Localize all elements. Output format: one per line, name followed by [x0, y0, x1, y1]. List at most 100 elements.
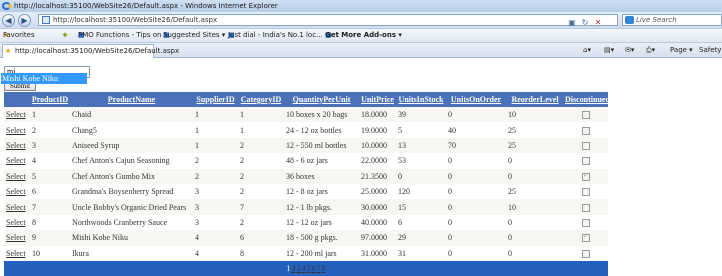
table-row: Select 3 Aniseed Syrup 1 2 12 - 550 ml bottle…: [4, 137, 608, 154]
cell-reorderlevel: 0: [506, 168, 564, 184]
table-row: Select 6 Grandma's Boysenberry Spread 3 2 12 …: [4, 183, 608, 200]
cell-unitsonorder: 0: [446, 230, 506, 246]
cell-productid: 6: [30, 183, 70, 200]
cell-productname: Aniseed Syrup: [70, 137, 193, 154]
select-link[interactable]: Select: [6, 249, 26, 258]
discontinued-checkbox: [582, 203, 590, 212]
cell-select: Select: [4, 122, 30, 138]
cell-unitprice: 10.0000: [359, 137, 396, 154]
cell-productid: 9: [30, 230, 70, 246]
cell-supplierid: 4: [193, 245, 238, 261]
products-grid: ProductID ProductName SupplierID Categor…: [4, 92, 608, 276]
cell-productid: 1: [30, 107, 70, 123]
cell-reorderlevel: 0: [506, 230, 564, 246]
cell-productname: Mishi Kobe Niku: [70, 230, 193, 246]
ie-logo-icon: [2, 2, 11, 10]
pager-page-link[interactable]: 7: [317, 264, 321, 273]
favorites-label: Favorites: [3, 31, 35, 39]
cell-discontinued: [564, 230, 608, 246]
safety-menu[interactable]: Safety: [699, 43, 721, 57]
cell-unitsinstock: 31: [396, 245, 446, 261]
feeds-icon[interactable]: ▤▾: [604, 43, 614, 57]
select-link[interactable]: Select: [6, 203, 26, 212]
compatibility-icon[interactable]: ▣: [567, 18, 577, 28]
header-productname[interactable]: ProductName: [70, 92, 193, 107]
refresh-icon[interactable]: ↻: [580, 18, 590, 28]
page-menu[interactable]: Page ▾: [670, 43, 693, 57]
cell-unitprice: 40.0000: [359, 214, 396, 231]
cell-reorderlevel: 10: [506, 199, 564, 215]
header-unitprice[interactable]: UnitPrice: [359, 92, 396, 107]
cell-supplierid: 2: [193, 153, 238, 169]
select-link[interactable]: Select: [6, 156, 26, 165]
cell-discontinued: [564, 153, 608, 169]
select-link[interactable]: Select: [6, 187, 26, 196]
stop-icon[interactable]: ✕: [593, 18, 603, 28]
cell-quantityperunit: 10 boxes x 20 bags: [284, 107, 359, 123]
header-discontinued[interactable]: Discontinued: [564, 92, 608, 107]
cell-unitprice: 19.0000: [359, 122, 396, 138]
discontinued-checkbox: [582, 249, 590, 258]
header-select: [4, 92, 30, 107]
cell-supplierid: 3: [193, 183, 238, 200]
cell-productid: 10: [30, 245, 70, 261]
cell-unitsonorder: 0: [446, 168, 506, 184]
cell-supplierid: 1: [193, 107, 238, 123]
select-link[interactable]: Select: [6, 172, 26, 181]
pager-page-link[interactable]: 5: [307, 264, 311, 273]
header-supplierid[interactable]: SupplierID: [193, 92, 238, 107]
page-content: mi Mishi Kobe Niku Submit ProductID Prod…: [0, 59, 722, 276]
address-bar[interactable]: http://localhost:35100/WebSite26/Default…: [38, 14, 618, 28]
print-icon[interactable]: ⎙▾: [646, 43, 655, 57]
tab-current[interactable]: ★ http://localhost:35100/WebSite26/Defau…: [2, 44, 179, 58]
cell-productid: 4: [30, 153, 70, 169]
table-row: Select 5 Chef Anton's Gumbo Mix 2 2 36 boxes 2…: [4, 168, 608, 184]
forward-arrow-icon[interactable]: ▶: [18, 14, 31, 27]
header-unitsonorder[interactable]: UnitsOnOrder: [446, 92, 506, 107]
header-reorderlevel[interactable]: ReorderLevel: [506, 92, 564, 107]
cell-categoryid: 2: [238, 214, 284, 231]
pager-page-link[interactable]: 8: [322, 264, 326, 273]
header-quantityperunit[interactable]: QuantityPerUnit: [284, 92, 359, 107]
cell-productname: Chaid: [70, 107, 193, 123]
select-link[interactable]: Select: [6, 233, 26, 242]
cell-discontinued: [564, 107, 608, 123]
select-link[interactable]: Select: [6, 110, 26, 119]
header-productid[interactable]: ProductID: [30, 92, 70, 107]
pager-page-link[interactable]: 4: [302, 264, 306, 273]
cell-discontinued: [564, 168, 608, 184]
cell-categoryid: 1: [238, 122, 284, 138]
cell-supplierid: 3: [193, 214, 238, 231]
select-link[interactable]: Select: [6, 126, 26, 135]
cell-discontinued: [564, 122, 608, 138]
cell-categoryid: 7: [238, 199, 284, 215]
cell-unitsinstock: 6: [396, 214, 446, 231]
table-row: Select 9 Mishi Kobe Niku 4 6 18 - 500 g pkgs.…: [4, 230, 608, 246]
cell-unitsonorder: 0: [446, 214, 506, 231]
fav-item-label: PMO Functions - Tips on ...: [78, 31, 171, 39]
home-icon[interactable]: ⌂▾: [583, 43, 591, 57]
table-row: Select 2 Chang5 1 1 24 - 12 oz bottles 19.0000…: [4, 122, 608, 138]
mail-icon[interactable]: ✉▾: [625, 43, 634, 57]
cell-unitsonorder: 40: [446, 122, 506, 138]
live-search-box[interactable]: Live Search: [622, 14, 722, 26]
select-link[interactable]: Select: [6, 218, 26, 227]
cell-unitsinstock: 29: [396, 230, 446, 246]
cell-productid: 5: [30, 168, 70, 184]
back-arrow-icon[interactable]: ◀: [2, 14, 15, 27]
discontinued-checkbox: [582, 232, 590, 243]
autocomplete-suggestion[interactable]: Mishi Kobe Niku: [1, 73, 87, 84]
header-categoryid[interactable]: CategoryID: [238, 92, 284, 107]
pager-page-link[interactable]: 6: [312, 264, 316, 273]
cell-categoryid: 2: [238, 183, 284, 200]
page-icon: [42, 16, 50, 24]
select-link[interactable]: Select: [6, 141, 26, 150]
fav-item-label: Get More Add-ons ▾: [325, 31, 402, 39]
cell-reorderlevel: 0: [506, 214, 564, 231]
cell-supplierid: 4: [193, 230, 238, 246]
header-unitsinstock[interactable]: UnitsInStock: [396, 92, 446, 107]
pager-page-link[interactable]: 2: [292, 264, 296, 273]
cell-categoryid: 6: [238, 230, 284, 246]
cell-supplierid: 1: [193, 122, 238, 138]
pager-page-link[interactable]: 3: [297, 264, 301, 273]
